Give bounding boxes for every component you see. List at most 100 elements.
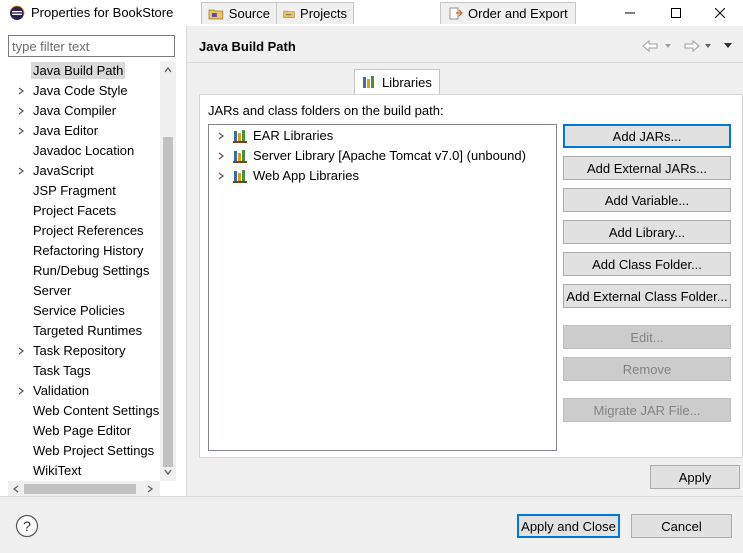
libraries-tree[interactable]: EAR Libraries Server Library [Apache Tom… <box>208 124 557 451</box>
expand-chevron-icon[interactable] <box>217 152 225 160</box>
sidebar-item-targeted-runtimes[interactable]: Targeted Runtimes <box>0 321 160 341</box>
tab-projects[interactable]: Projects <box>276 2 354 24</box>
window-title: Properties for BookStore <box>31 5 174 20</box>
tab-source[interactable]: Source <box>201 2 277 24</box>
scroll-left-icon[interactable] <box>11 484 21 494</box>
back-dropdown-icon[interactable] <box>665 44 671 48</box>
build-path-label: JARs and class folders on the build path… <box>208 103 444 118</box>
sidebar-item-task-tags[interactable]: Task Tags <box>0 361 160 381</box>
sidebar-item-task-repository[interactable]: Task Repository <box>0 341 160 361</box>
add-external-jars-button[interactable]: Add External JARs... <box>563 156 731 180</box>
close-button[interactable] <box>697 0 743 26</box>
add-jars-button[interactable]: Add JARs... <box>563 124 731 148</box>
sidebar-item-label: Project Facets <box>33 203 117 218</box>
tab-label: Order and Export <box>468 6 568 21</box>
sidebar-item-project-facets[interactable]: Project Facets <box>0 201 160 221</box>
migrate-jar-button[interactable]: Migrate JAR File... <box>563 398 731 422</box>
forward-dropdown-icon[interactable] <box>705 44 711 48</box>
apply-button[interactable]: Apply <box>650 465 740 489</box>
expand-chevron-icon[interactable] <box>217 172 225 180</box>
page-title: Java Build Path <box>199 39 296 54</box>
cancel-button[interactable]: Cancel <box>631 514 732 538</box>
sidebar-item-java-compiler[interactable]: Java Compiler <box>0 101 160 121</box>
expand-chevron-icon[interactable] <box>17 87 25 95</box>
expand-chevron-icon[interactable] <box>217 132 225 140</box>
sidebar-item-validation[interactable]: Validation <box>0 381 160 401</box>
vertical-scroll-thumb[interactable] <box>163 137 173 467</box>
remove-button[interactable]: Remove <box>563 357 731 381</box>
sidebar-item-label: Java Code Style <box>33 83 128 98</box>
back-arrow-icon[interactable] <box>642 39 658 53</box>
sidebar-item-run-debug-settings[interactable]: Run/Debug Settings <box>0 261 160 281</box>
tab-label: Source <box>228 6 270 21</box>
sidebar-item-project-references[interactable]: Project References <box>0 221 160 241</box>
sidebar-item-label: Web Page Editor <box>33 423 132 438</box>
category-horizontal-scrollbar[interactable] <box>8 481 160 497</box>
sidebar-item-service-policies[interactable]: Service Policies <box>0 301 160 321</box>
sidebar-item-wikitext[interactable]: WikiText <box>0 461 160 481</box>
library-label: Server Library [Apache Tomcat v7.0] (unb… <box>253 148 526 163</box>
sidebar-item-label: Refactoring History <box>33 243 144 258</box>
library-label: Web App Libraries <box>253 168 359 183</box>
edit-button[interactable]: Edit... <box>563 325 731 349</box>
expand-chevron-icon[interactable] <box>17 387 25 395</box>
footer-separator <box>0 496 743 497</box>
add-variable-button[interactable]: Add Variable... <box>563 188 731 212</box>
scroll-down-icon[interactable] <box>163 467 173 477</box>
category-vertical-scrollbar[interactable] <box>160 61 176 481</box>
add-library-button[interactable]: Add Library... <box>563 220 731 244</box>
expand-chevron-icon[interactable] <box>17 347 25 355</box>
sidebar-item-label: Server <box>33 283 72 298</box>
apply-and-close-button[interactable]: Apply and Close <box>517 514 620 538</box>
view-menu-icon[interactable] <box>724 43 732 48</box>
sidebar-item-label: Java Build Path <box>31 62 126 79</box>
tab-libraries[interactable]: Libraries <box>354 69 440 94</box>
expand-chevron-icon[interactable] <box>17 107 25 115</box>
close-icon <box>715 8 725 18</box>
projects-folder-icon <box>283 10 295 18</box>
scroll-up-icon[interactable] <box>163 65 173 75</box>
libraries-tab-panel: JARs and class folders on the build path… <box>199 94 743 458</box>
scroll-right-icon[interactable] <box>145 484 155 494</box>
sidebar-item-label: JSP Fragment <box>33 183 116 198</box>
minimize-button[interactable] <box>607 0 653 26</box>
sidebar-item-javadoc-location[interactable]: Javadoc Location <box>0 141 160 161</box>
sidebar-item-jsp-fragment[interactable]: JSP Fragment <box>0 181 160 201</box>
tab-label: Libraries <box>382 74 432 90</box>
tab-label: Projects <box>300 6 347 21</box>
library-container-icon <box>233 150 247 163</box>
forward-arrow-icon[interactable] <box>684 39 700 53</box>
sidebar-item-refactoring-history[interactable]: Refactoring History <box>0 241 160 261</box>
minimize-icon <box>625 12 635 14</box>
sidebar-item-web-page-editor[interactable]: Web Page Editor <box>0 421 160 441</box>
source-folder-icon <box>208 9 224 19</box>
sidebar-item-java-editor[interactable]: Java Editor <box>0 121 160 141</box>
sidebar-item-java-code-style[interactable]: Java Code Style <box>0 81 160 101</box>
sidebar-item-label: Run/Debug Settings <box>33 263 150 278</box>
header-separator <box>187 62 743 63</box>
sidebar-item-web-content-settings[interactable]: Web Content Settings <box>0 401 160 421</box>
add-class-folder-button[interactable]: Add Class Folder... <box>563 252 731 276</box>
expand-chevron-icon[interactable] <box>17 167 25 175</box>
maximize-button[interactable] <box>653 0 699 26</box>
filter-input[interactable] <box>8 35 175 57</box>
pane-divider[interactable] <box>186 26 187 496</box>
tab-order-and-export[interactable]: Order and Export <box>440 2 576 24</box>
sidebar-item-web-project-settings[interactable]: Web Project Settings <box>0 441 160 461</box>
sidebar-item-java-build-path[interactable]: Java Build Path <box>0 61 160 81</box>
svg-text:?: ? <box>23 518 31 534</box>
sidebar-item-server[interactable]: Server <box>0 281 160 301</box>
page-navigation <box>642 39 732 53</box>
sidebar-item-label: Javadoc Location <box>33 143 135 158</box>
sidebar-item-javascript[interactable]: JavaScript <box>0 161 160 181</box>
sidebar-item-label: Targeted Runtimes <box>33 323 143 338</box>
order-export-icon <box>449 7 463 19</box>
horizontal-scroll-thumb[interactable] <box>24 484 136 494</box>
expand-chevron-icon[interactable] <box>17 127 25 135</box>
library-container-icon <box>233 170 247 183</box>
sidebar-item-label: Task Tags <box>33 363 91 378</box>
add-external-class-folder-button[interactable]: Add External Class Folder... <box>563 284 731 308</box>
help-icon[interactable]: ? <box>15 514 39 538</box>
eclipse-icon <box>9 5 25 21</box>
sidebar-item-label: Validation <box>33 383 90 398</box>
